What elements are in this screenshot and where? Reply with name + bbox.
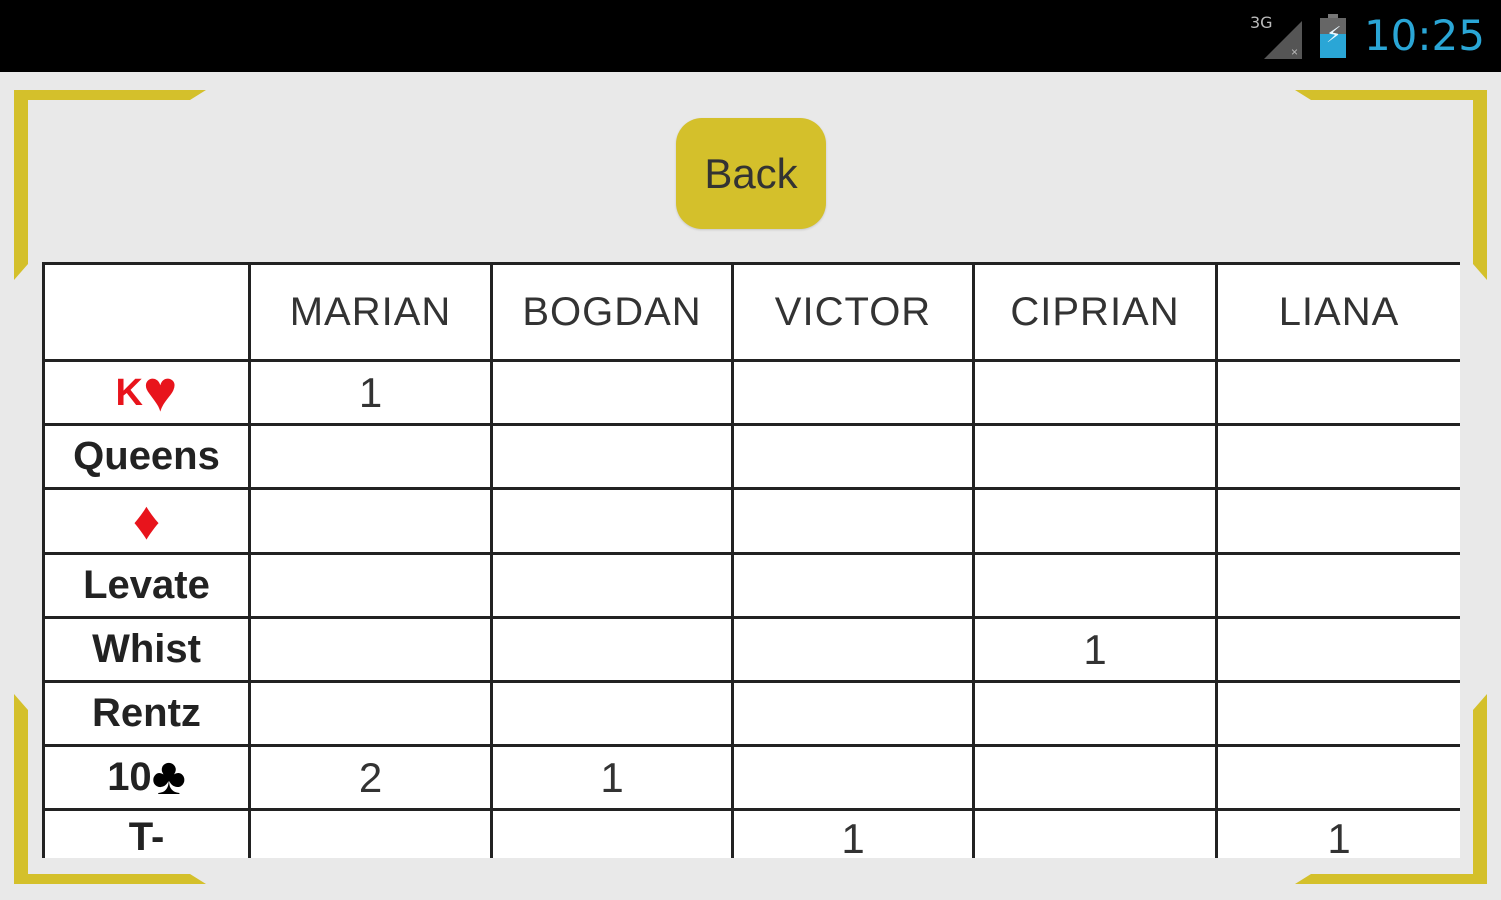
clock: 10:25 <box>1363 11 1485 60</box>
club-icon: ♣ <box>151 748 186 806</box>
table-row: Rentz <box>42 680 1460 747</box>
score-cell[interactable] <box>1215 423 1460 490</box>
score-cell[interactable] <box>972 359 1218 426</box>
heart-icon: ♥ <box>143 360 178 424</box>
corner-decoration-top-left <box>10 84 210 284</box>
row-label-rentz: Rentz <box>42 680 251 747</box>
player-header: CIPRIAN <box>972 262 1218 362</box>
table-row: Whist 1 <box>42 616 1460 683</box>
row-label-whist: Whist <box>42 616 251 683</box>
network-signal-icon: 3G × <box>1250 13 1302 59</box>
score-cell[interactable] <box>1215 487 1460 555</box>
player-header: MARIAN <box>248 262 493 362</box>
score-cell[interactable] <box>1215 744 1460 811</box>
score-cell[interactable] <box>490 552 734 619</box>
score-cell[interactable] <box>972 680 1218 747</box>
diamond-icon: ♦ <box>132 491 161 551</box>
table-header-row: MARIAN BOGDAN VICTOR CIPRIAN LIANA <box>42 262 1460 362</box>
score-cell[interactable] <box>972 808 1218 858</box>
score-table: MARIAN BOGDAN VICTOR CIPRIAN LIANA K♥ 1 … <box>42 262 1460 858</box>
header-corner-cell <box>42 262 251 362</box>
score-cell[interactable]: 1 <box>248 359 493 426</box>
table-row: Queens <box>42 423 1460 490</box>
player-header: BOGDAN <box>490 262 734 362</box>
corner-decoration-top-right <box>1291 84 1491 284</box>
score-cell[interactable] <box>731 423 975 490</box>
player-header: LIANA <box>1215 262 1460 362</box>
score-cell[interactable] <box>248 552 493 619</box>
score-cell[interactable] <box>490 487 734 555</box>
score-cell[interactable] <box>490 359 734 426</box>
score-cell[interactable] <box>731 359 975 426</box>
score-cell[interactable] <box>731 744 975 811</box>
row-label-10-clubs: 10♣ <box>42 744 251 811</box>
score-cell[interactable] <box>490 808 734 858</box>
back-button[interactable]: Back <box>676 118 826 229</box>
table-row: T- 1 1 <box>42 808 1460 858</box>
score-cell[interactable] <box>731 680 975 747</box>
score-cell[interactable]: 2 <box>248 744 493 811</box>
score-cell[interactable] <box>731 552 975 619</box>
score-cell[interactable] <box>248 616 493 683</box>
score-cell[interactable] <box>490 680 734 747</box>
player-header: VICTOR <box>731 262 975 362</box>
score-cell[interactable] <box>972 423 1218 490</box>
score-cell[interactable]: 1 <box>972 616 1218 683</box>
score-cell[interactable] <box>972 487 1218 555</box>
row-label-queens: Queens <box>42 423 251 490</box>
table-row: Levate <box>42 552 1460 619</box>
status-bar: 3G × ⚡ 10:25 <box>0 0 1501 72</box>
status-icons: 3G × ⚡ 10:25 <box>1250 8 1485 64</box>
score-cell[interactable]: 1 <box>1215 808 1460 858</box>
score-cell[interactable] <box>972 744 1218 811</box>
score-cell[interactable] <box>248 423 493 490</box>
score-cell[interactable] <box>731 616 975 683</box>
table-row: 10♣ 2 1 <box>42 744 1460 811</box>
score-cell[interactable] <box>1215 552 1460 619</box>
score-cell[interactable]: 1 <box>490 744 734 811</box>
battery-charging-icon: ⚡ <box>1319 14 1346 58</box>
row-label-levate: Levate <box>42 552 251 619</box>
score-cell[interactable] <box>1215 616 1460 683</box>
score-cell[interactable] <box>972 552 1218 619</box>
score-cell[interactable] <box>490 423 734 490</box>
row-label-totals: T- <box>42 808 251 858</box>
row-label-text: 10 <box>107 755 152 799</box>
score-cell[interactable]: 1 <box>731 808 975 858</box>
score-cell[interactable] <box>731 487 975 555</box>
table-row: K♥ 1 <box>42 359 1460 426</box>
row-label-text: K <box>115 372 143 414</box>
score-cell[interactable] <box>490 616 734 683</box>
score-table-container[interactable]: MARIAN BOGDAN VICTOR CIPRIAN LIANA K♥ 1 … <box>42 262 1460 858</box>
row-label-diamonds: ♦ <box>42 487 251 555</box>
table-row: ♦ <box>42 487 1460 555</box>
score-cell[interactable] <box>248 487 493 555</box>
score-cell[interactable] <box>1215 680 1460 747</box>
score-cell[interactable] <box>1215 359 1460 426</box>
network-type: 3G <box>1249 13 1273 32</box>
row-label-k-hearts: K♥ <box>42 359 251 426</box>
score-cell[interactable] <box>248 680 493 747</box>
score-cell[interactable] <box>248 808 493 858</box>
